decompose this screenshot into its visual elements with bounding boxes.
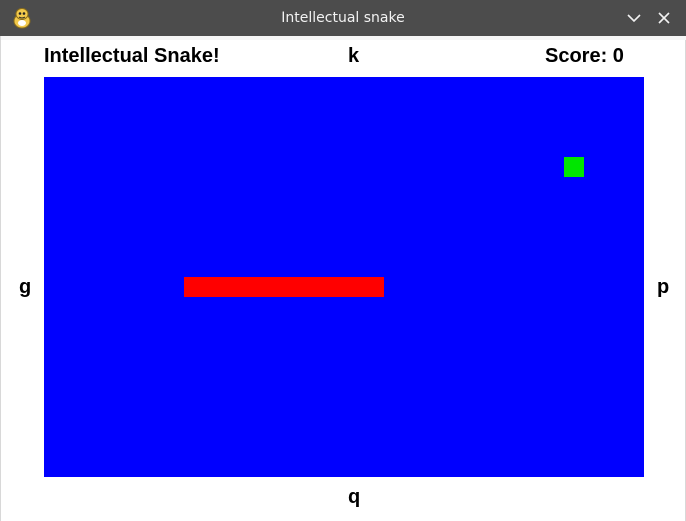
snake-segment (304, 277, 324, 297)
snake-segment (224, 277, 244, 297)
app-window: Intellectual snake Intellectual Snake! k… (0, 0, 686, 521)
snake-segment (184, 277, 204, 297)
bottom-panel (44, 484, 644, 506)
score-display: Score: 0 (545, 45, 624, 67)
snake-segment (284, 277, 304, 297)
top-divider (1, 36, 686, 40)
chevron-down-icon[interactable] (625, 9, 643, 27)
close-icon[interactable] (655, 9, 673, 27)
window-title: Intellectual snake (281, 10, 405, 26)
game-board-canvas (44, 77, 644, 477)
key-hint-right: p (657, 276, 670, 298)
snake-segment (264, 277, 284, 297)
snake-segment (324, 277, 344, 297)
food-pellet (564, 157, 584, 177)
key-hint-left: g (19, 276, 32, 298)
snake-segment (244, 277, 264, 297)
snake-head (364, 277, 384, 297)
title-bar[interactable]: Intellectual snake (0, 0, 686, 36)
snake-segment (204, 277, 224, 297)
key-hint-down: q (348, 486, 361, 508)
game-surface[interactable]: Intellectual Snake! k Score: 0 g p q (0, 36, 686, 521)
game-board[interactable] (44, 77, 644, 477)
key-hint-up: k (348, 45, 360, 67)
game-title: Intellectual Snake! (44, 45, 220, 67)
snake-segment (344, 277, 364, 297)
